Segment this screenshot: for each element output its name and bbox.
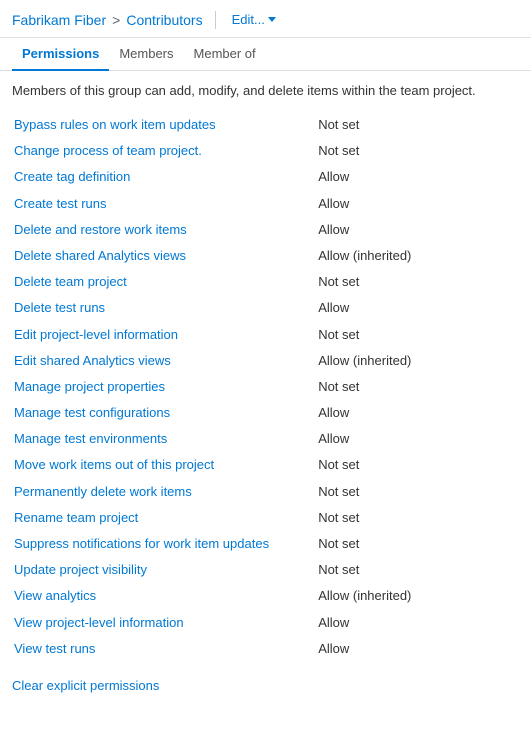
permission-name[interactable]: Manage project properties bbox=[12, 374, 316, 400]
permission-value: Not set bbox=[316, 269, 519, 295]
permission-value: Allow (inherited) bbox=[316, 583, 519, 609]
permission-name[interactable]: Change process of team project. bbox=[12, 138, 316, 164]
table-row: Bypass rules on work item updatesNot set bbox=[12, 112, 519, 138]
permissions-table: Bypass rules on work item updatesNot set… bbox=[12, 112, 519, 662]
permission-value: Allow bbox=[316, 426, 519, 452]
permission-value: Allow bbox=[316, 191, 519, 217]
permission-value: Not set bbox=[316, 452, 519, 478]
table-row: Manage test environmentsAllow bbox=[12, 426, 519, 452]
permission-value: Allow bbox=[316, 610, 519, 636]
edit-button[interactable]: Edit... bbox=[228, 10, 280, 29]
project-link[interactable]: Fabrikam Fiber bbox=[12, 12, 106, 28]
permission-name[interactable]: Move work items out of this project bbox=[12, 452, 316, 478]
page-header: Fabrikam Fiber > Contributors Edit... bbox=[0, 0, 531, 38]
permission-value: Not set bbox=[316, 138, 519, 164]
table-row: Delete shared Analytics viewsAllow (inhe… bbox=[12, 243, 519, 269]
table-row: Delete team projectNot set bbox=[12, 269, 519, 295]
permission-name[interactable]: Manage test configurations bbox=[12, 400, 316, 426]
tab-members[interactable]: Members bbox=[109, 38, 183, 71]
permission-name[interactable]: Create tag definition bbox=[12, 164, 316, 190]
table-row: Create test runsAllow bbox=[12, 191, 519, 217]
permission-name[interactable]: Delete and restore work items bbox=[12, 217, 316, 243]
permission-name[interactable]: Rename team project bbox=[12, 505, 316, 531]
permission-name[interactable]: Delete test runs bbox=[12, 295, 316, 321]
permission-value: Not set bbox=[316, 322, 519, 348]
table-row: Update project visibilityNot set bbox=[12, 557, 519, 583]
table-row: Delete test runsAllow bbox=[12, 295, 519, 321]
chevron-down-icon bbox=[268, 17, 276, 22]
permission-value: Allow bbox=[316, 217, 519, 243]
permission-value: Allow (inherited) bbox=[316, 243, 519, 269]
tab-member-of[interactable]: Member of bbox=[184, 38, 266, 71]
permission-value: Allow bbox=[316, 400, 519, 426]
table-row: Manage project propertiesNot set bbox=[12, 374, 519, 400]
permission-name[interactable]: Update project visibility bbox=[12, 557, 316, 583]
table-row: Permanently delete work itemsNot set bbox=[12, 479, 519, 505]
table-row: Change process of team project.Not set bbox=[12, 138, 519, 164]
table-row: Edit project-level informationNot set bbox=[12, 322, 519, 348]
permission-name[interactable]: Edit project-level information bbox=[12, 322, 316, 348]
table-row: View analyticsAllow (inherited) bbox=[12, 583, 519, 609]
permission-name[interactable]: Bypass rules on work item updates bbox=[12, 112, 316, 138]
group-name: Contributors bbox=[126, 12, 202, 28]
permission-value: Not set bbox=[316, 112, 519, 138]
table-row: Suppress notifications for work item upd… bbox=[12, 531, 519, 557]
permission-value: Not set bbox=[316, 531, 519, 557]
main-content: Members of this group can add, modify, a… bbox=[0, 71, 531, 705]
table-row: Delete and restore work itemsAllow bbox=[12, 217, 519, 243]
tab-permissions[interactable]: Permissions bbox=[12, 38, 109, 71]
breadcrumb-separator: > bbox=[112, 12, 120, 28]
permission-name[interactable]: Permanently delete work items bbox=[12, 479, 316, 505]
group-description: Members of this group can add, modify, a… bbox=[12, 83, 519, 98]
permission-name[interactable]: Manage test environments bbox=[12, 426, 316, 452]
permission-name[interactable]: Delete team project bbox=[12, 269, 316, 295]
permission-name[interactable]: View project-level information bbox=[12, 610, 316, 636]
table-row: Manage test configurationsAllow bbox=[12, 400, 519, 426]
permission-name[interactable]: View analytics bbox=[12, 583, 316, 609]
permission-name[interactable]: View test runs bbox=[12, 636, 316, 662]
permission-value: Allow bbox=[316, 295, 519, 321]
permission-value: Not set bbox=[316, 374, 519, 400]
table-row: View test runsAllow bbox=[12, 636, 519, 662]
permission-value: Allow bbox=[316, 164, 519, 190]
tabs-bar: Permissions Members Member of bbox=[0, 38, 531, 71]
permission-name[interactable]: Edit shared Analytics views bbox=[12, 348, 316, 374]
permission-value: Allow (inherited) bbox=[316, 348, 519, 374]
clear-permissions-link[interactable]: Clear explicit permissions bbox=[12, 678, 159, 693]
table-row: Create tag definitionAllow bbox=[12, 164, 519, 190]
table-row: View project-level informationAllow bbox=[12, 610, 519, 636]
permission-name[interactable]: Create test runs bbox=[12, 191, 316, 217]
permission-value: Not set bbox=[316, 505, 519, 531]
table-row: Move work items out of this projectNot s… bbox=[12, 452, 519, 478]
permission-name[interactable]: Suppress notifications for work item upd… bbox=[12, 531, 316, 557]
table-row: Rename team projectNot set bbox=[12, 505, 519, 531]
table-row: Edit shared Analytics viewsAllow (inheri… bbox=[12, 348, 519, 374]
permission-value: Not set bbox=[316, 557, 519, 583]
header-divider bbox=[215, 11, 216, 29]
permission-value: Not set bbox=[316, 479, 519, 505]
permission-name[interactable]: Delete shared Analytics views bbox=[12, 243, 316, 269]
edit-label: Edit... bbox=[232, 12, 265, 27]
permission-value: Allow bbox=[316, 636, 519, 662]
